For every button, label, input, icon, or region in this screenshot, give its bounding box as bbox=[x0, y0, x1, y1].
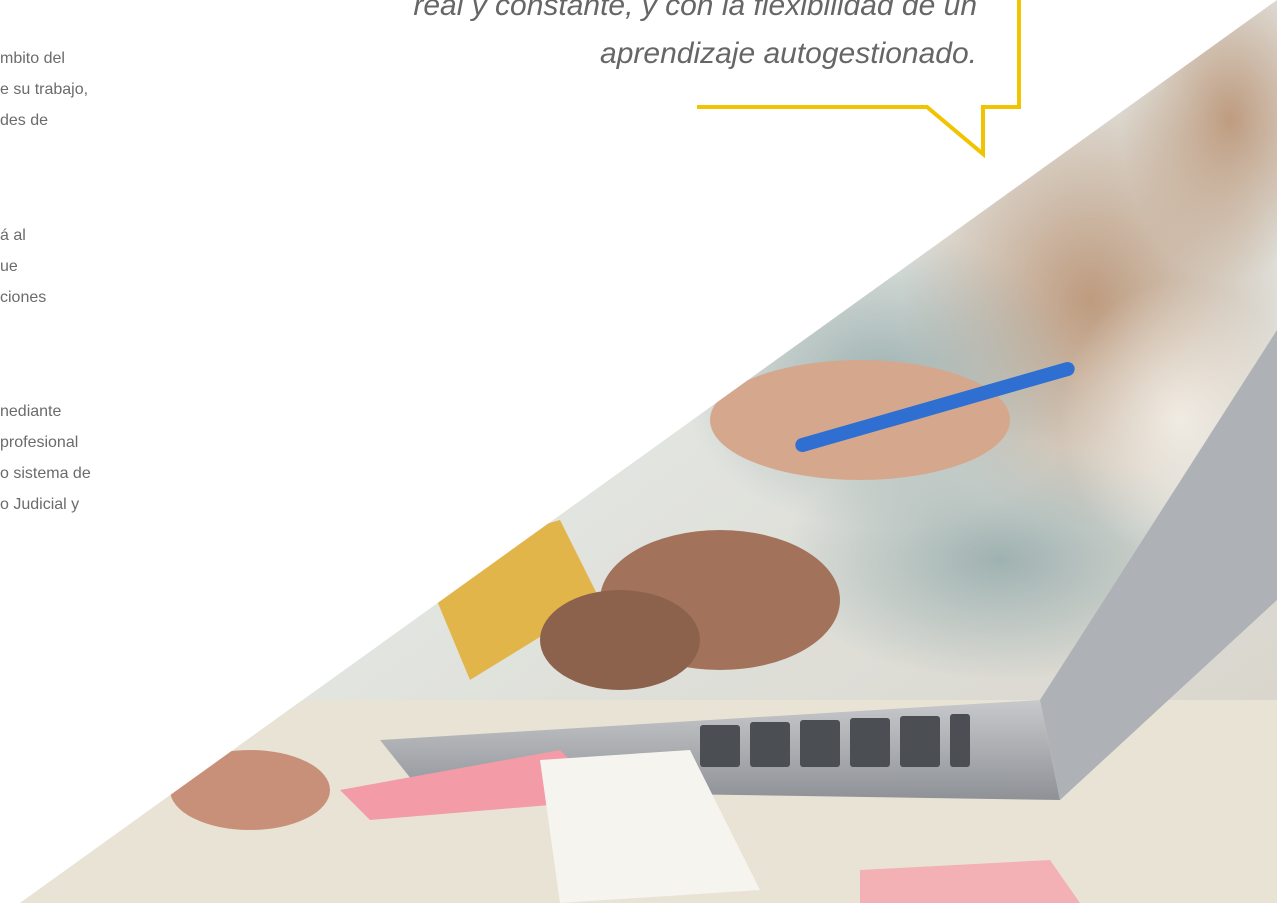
page: mbito del e su trabajo, des de á al ue c… bbox=[0, 0, 1277, 903]
hero-photo bbox=[20, 0, 1277, 903]
quote-line: aprendizaje autogestionado. bbox=[600, 37, 977, 70]
highlight-quote: real y constante, y con la flexibilidad … bbox=[413, 0, 977, 78]
quote-line: real y constante, y con la flexibilidad … bbox=[413, 0, 977, 22]
